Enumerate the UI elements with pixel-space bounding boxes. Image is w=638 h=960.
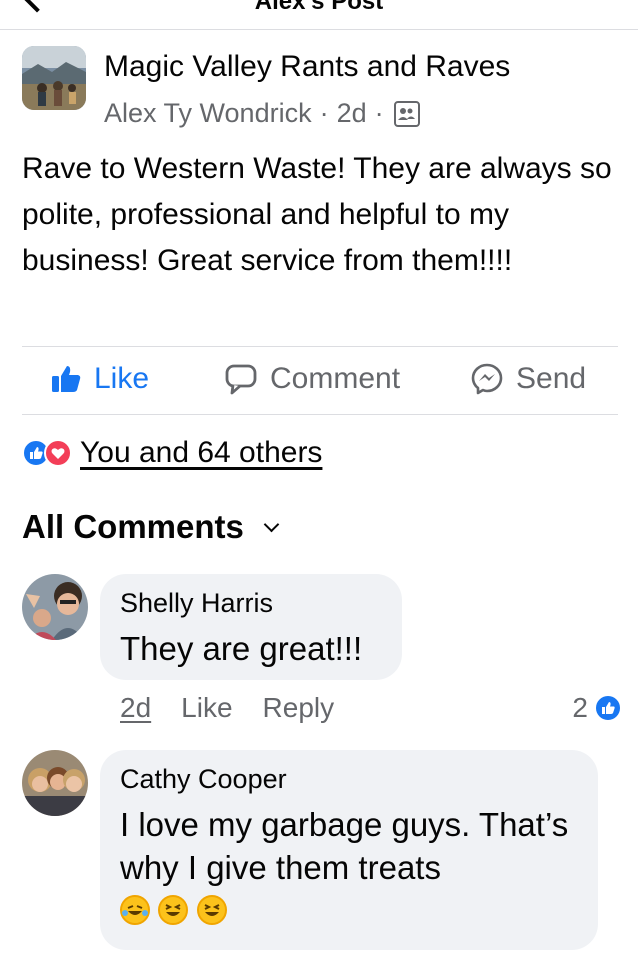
comment-label: Comment (270, 362, 401, 395)
comment-bubble: Cathy Cooper I love my garbage guys. Tha… (100, 750, 598, 950)
send-button[interactable]: Send (470, 362, 586, 396)
like-reaction-icon (594, 694, 622, 722)
comment-actions: 2d Like Reply (120, 692, 364, 724)
divider (22, 414, 618, 415)
group-avatar[interactable] (22, 46, 86, 110)
grinning-squint-emoji-icon (158, 895, 189, 925)
comment-bubble-icon (225, 364, 257, 395)
meta-separator: · (374, 98, 384, 128)
post-action-bar: Like Comment Send (0, 352, 638, 412)
chevron-down-icon (263, 516, 280, 532)
reactions-summary[interactable]: You and 64 others (22, 436, 322, 470)
comment-text: They are great!!! (120, 630, 363, 667)
comment-time[interactable]: 2d (120, 692, 151, 724)
laughing-tears-emoji-icon (120, 895, 150, 925)
comment-bubble: Shelly Harris They are great!!! (100, 574, 402, 680)
messenger-icon (471, 363, 503, 395)
comment-reply-button[interactable]: Reply (263, 692, 335, 724)
post-time[interactable]: 2d (337, 98, 367, 129)
post-meta: Alex Ty Wondrick · 2d · (104, 98, 420, 129)
reactions-count-link[interactable]: You and 64 others (80, 436, 322, 470)
divider (22, 346, 618, 347)
comment-reaction-number: 2 (572, 692, 588, 723)
comments-sort-dropdown[interactable]: All Comments (22, 508, 280, 546)
comments-sort-label: All Comments (22, 508, 244, 545)
top-bar: Alex's Post (0, 0, 638, 30)
emoji-row (120, 895, 578, 925)
meta-separator: · (319, 98, 329, 128)
like-label: Like (94, 362, 150, 395)
group-audience-icon (393, 100, 420, 127)
like-button[interactable]: Like (50, 362, 149, 396)
comment-author[interactable]: Shelly Harris (120, 588, 382, 619)
comment-like-button[interactable]: Like (181, 692, 232, 724)
grinning-squint-emoji-icon (196, 895, 227, 925)
comment-reaction-count[interactable]: 2 (572, 692, 622, 724)
author-name[interactable]: Alex Ty Wondrick (104, 98, 312, 129)
comment-text: I love my garbage guys. That’s why I giv… (120, 806, 569, 886)
post-text: Rave to Western Waste! They are always s… (22, 152, 612, 277)
thumbs-up-icon (52, 366, 81, 392)
group-name[interactable]: Magic Valley Rants and Raves (104, 50, 510, 84)
page-title: Alex's Post (254, 0, 384, 15)
avatar[interactable] (22, 574, 88, 640)
love-reaction-icon (44, 439, 72, 467)
avatar[interactable] (22, 750, 88, 816)
comment-author[interactable]: Cathy Cooper (120, 764, 578, 795)
post-header: Magic Valley Rants and Raves Alex Ty Won… (22, 44, 622, 134)
send-label: Send (516, 362, 587, 395)
